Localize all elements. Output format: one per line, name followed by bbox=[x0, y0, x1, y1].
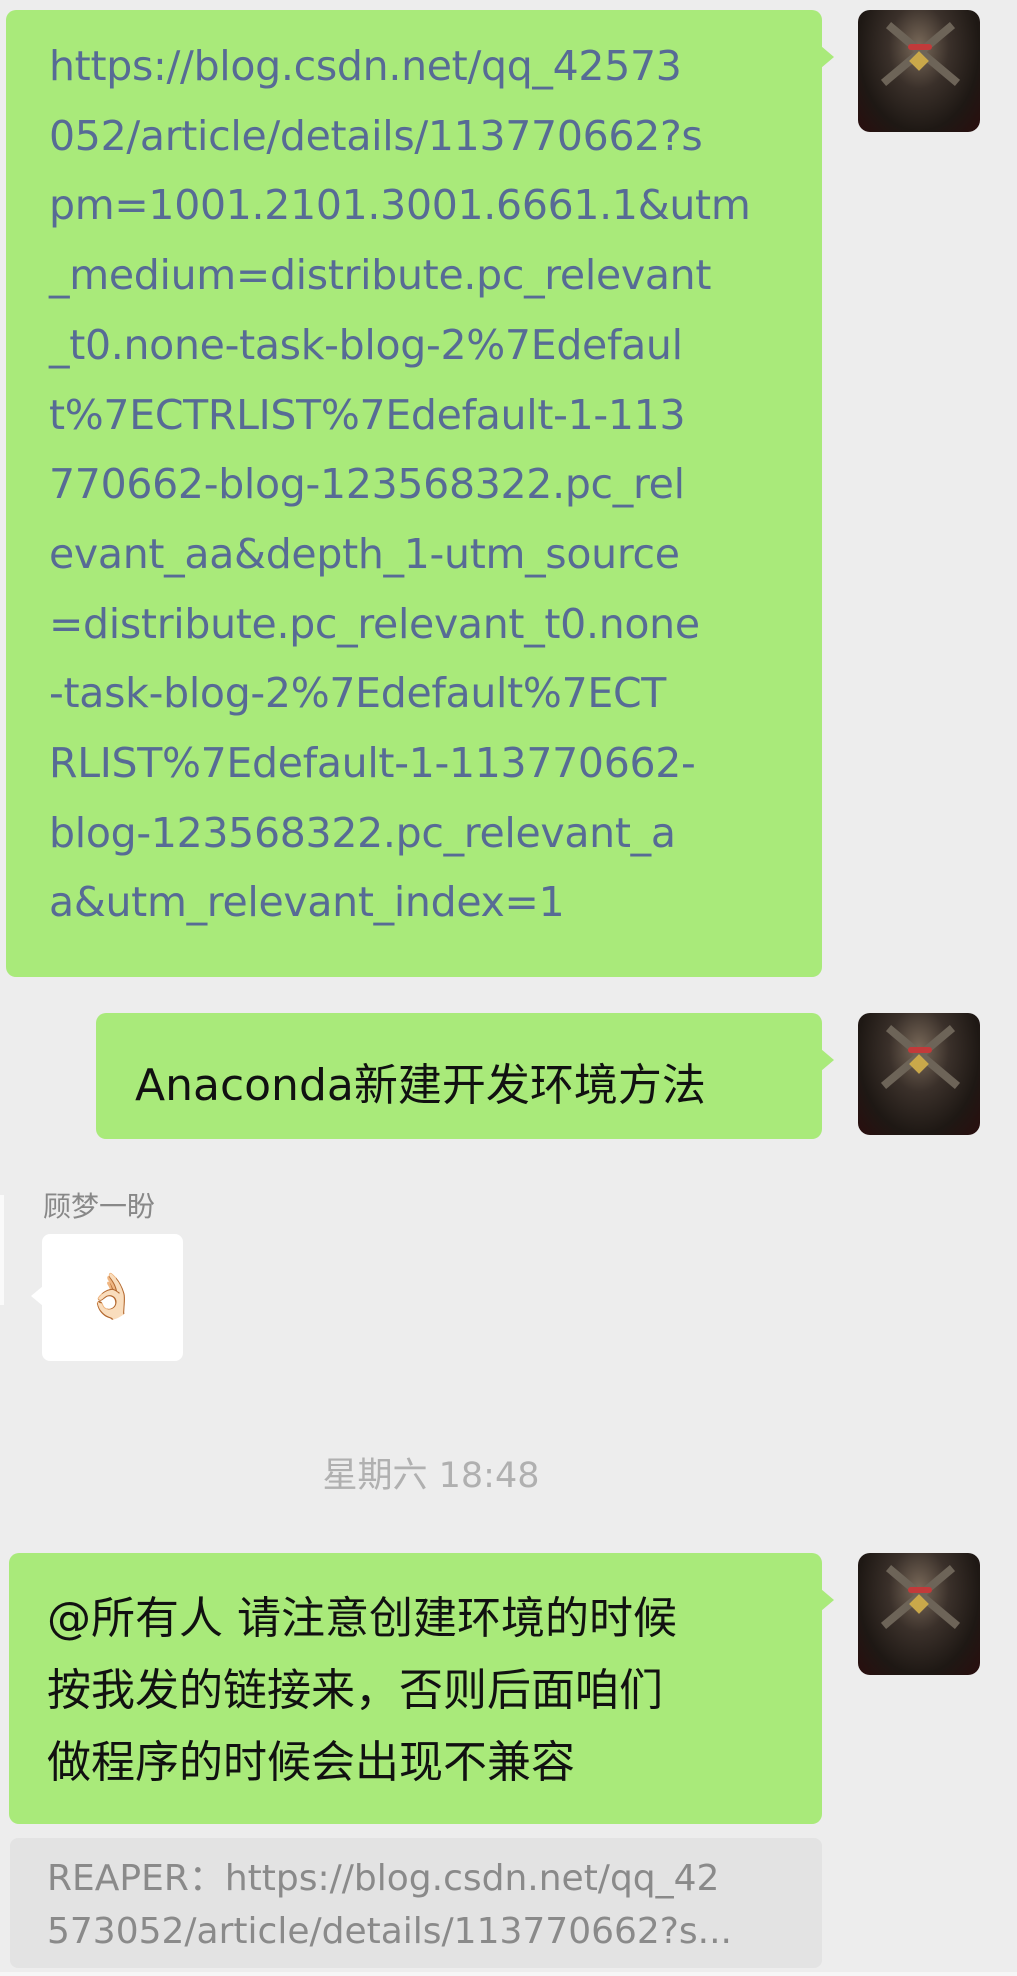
message-line: 按我发的链接来，否则后面咱们 bbox=[47, 1665, 663, 1716]
message-line: a&utm_relevant_index=1 bbox=[49, 878, 565, 927]
message-line: 770662-blog-123568322.pc_rel bbox=[49, 460, 685, 509]
sender-name: 顾梦一盼 bbox=[43, 1190, 156, 1223]
divider bbox=[0, 1972, 1017, 1976]
message-line: _t0.none-task-blog-2%7Edefaul bbox=[49, 320, 683, 369]
quoted-message[interactable]: REAPER：https://blog.csdn.net/qq_42 573052… bbox=[10, 1838, 822, 1968]
message-line: https://blog.csdn.net/qq_42573 bbox=[49, 42, 682, 90]
ok-hand-emoji: 👌🏻 bbox=[84, 1271, 139, 1322]
message-line: RLIST%7Edefault-1-113770662- bbox=[49, 739, 696, 788]
avatar-self[interactable] bbox=[858, 10, 980, 132]
message-bubble-text[interactable]: Anaconda新建开发环境方法 bbox=[96, 1013, 834, 1139]
message-line: 573052/article/details/113770662?s... bbox=[47, 1911, 733, 1952]
message-text: Anaconda新建开发环境方法 bbox=[135, 1060, 706, 1111]
message-line: _medium=distribute.pc_relevant bbox=[49, 251, 712, 300]
avatar-self[interactable] bbox=[858, 1013, 980, 1135]
message-line: 做程序的时候会出现不兼容 bbox=[47, 1737, 575, 1788]
message-line: t%7ECTRLIST%7Edefault-1-113 bbox=[49, 390, 686, 439]
message-bubble-link[interactable]: https://blog.csdn.net/qq_42573 052/articl… bbox=[6, 10, 834, 977]
message-line: blog-123568322.pc_relevant_a bbox=[49, 808, 676, 857]
message-line: =distribute.pc_relevant_t0.none bbox=[49, 599, 700, 648]
message-line: REAPER：https://blog.csdn.net/qq_42 bbox=[47, 1858, 720, 1899]
message-bubble-emoji[interactable]: 👌🏻 bbox=[31, 1234, 183, 1361]
message-line: -task-blog-2%7Edefault%7ECT bbox=[49, 669, 667, 718]
message-line: 052/article/details/113770662?s bbox=[49, 111, 703, 160]
message-line: pm=1001.2101.3001.6661.1&utm bbox=[49, 181, 751, 230]
avatar-self[interactable] bbox=[858, 1553, 980, 1675]
message-bubble-announcement[interactable]: @所有人 请注意创建环境的时候 按我发的链接来，否则后面咱们 做程序的时候会出现不兼… bbox=[9, 1553, 834, 1824]
timestamp: 星期六 18:48 bbox=[322, 1456, 540, 1496]
message-line: evant_aa&depth_1-utm_source bbox=[49, 529, 680, 578]
message-line: @所有人 请注意创建环境的时候 bbox=[47, 1593, 677, 1644]
other-avatar-edge bbox=[0, 1195, 4, 1305]
